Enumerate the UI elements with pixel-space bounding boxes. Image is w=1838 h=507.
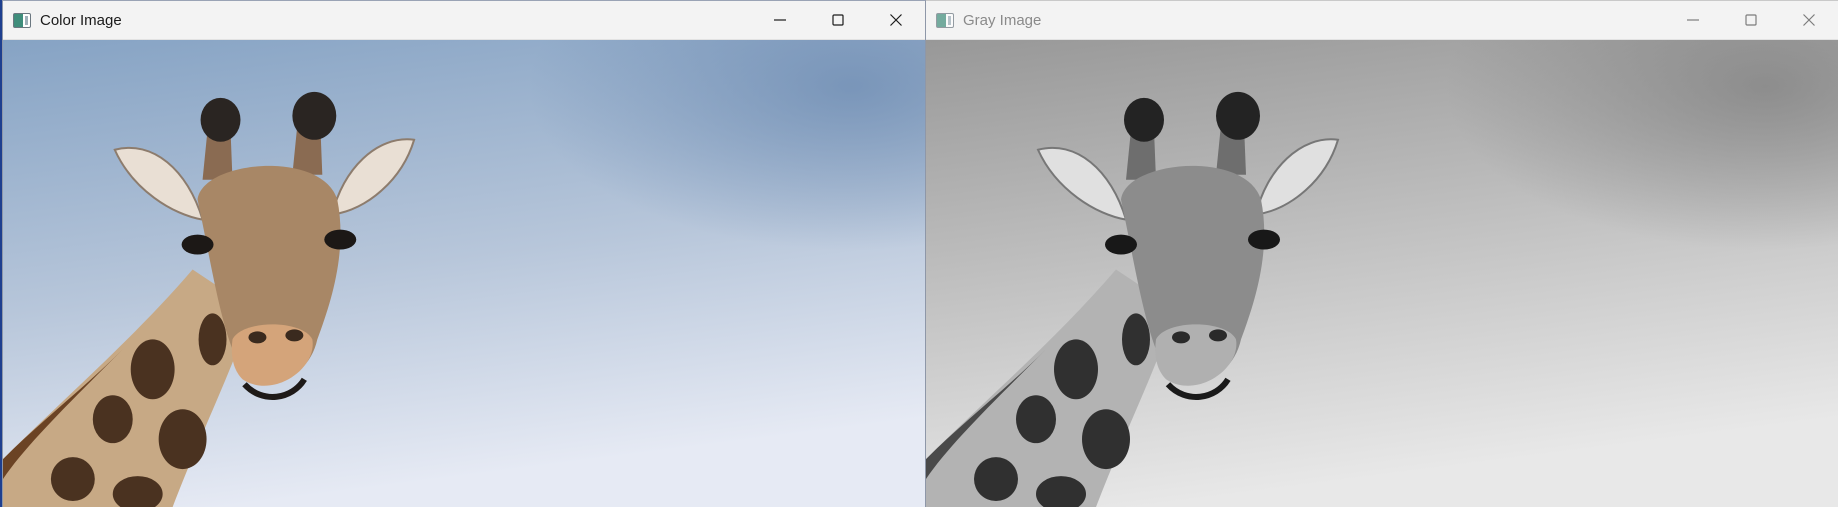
color-image-window[interactable]: Color Image — [2, 0, 926, 507]
maximize-button[interactable] — [1722, 1, 1780, 39]
app-window-icon — [13, 12, 31, 28]
maximize-icon — [832, 14, 844, 26]
minimize-button[interactable] — [751, 1, 809, 39]
window-controls — [1664, 1, 1838, 39]
window-title: Gray Image — [963, 11, 1042, 29]
gray-image-canvas — [926, 40, 1838, 507]
close-icon — [1803, 14, 1815, 26]
window-controls — [751, 1, 925, 39]
minimize-icon — [1687, 19, 1699, 21]
giraffe-color-photo — [3, 40, 925, 507]
gray-window-titlebar[interactable]: Gray Image — [926, 1, 1838, 40]
gray-image-window[interactable]: Gray Image — [926, 0, 1838, 507]
giraffe-grayscale-photo — [926, 40, 1838, 507]
close-button[interactable] — [1780, 1, 1838, 39]
minimize-icon — [774, 19, 786, 21]
maximize-button[interactable] — [809, 1, 867, 39]
close-button[interactable] — [867, 1, 925, 39]
maximize-icon — [1745, 14, 1757, 26]
app-window-icon — [936, 12, 954, 28]
minimize-button[interactable] — [1664, 1, 1722, 39]
close-icon — [890, 14, 902, 26]
color-image-canvas — [3, 40, 925, 507]
window-title: Color Image — [40, 11, 122, 29]
color-window-titlebar[interactable]: Color Image — [3, 1, 925, 40]
